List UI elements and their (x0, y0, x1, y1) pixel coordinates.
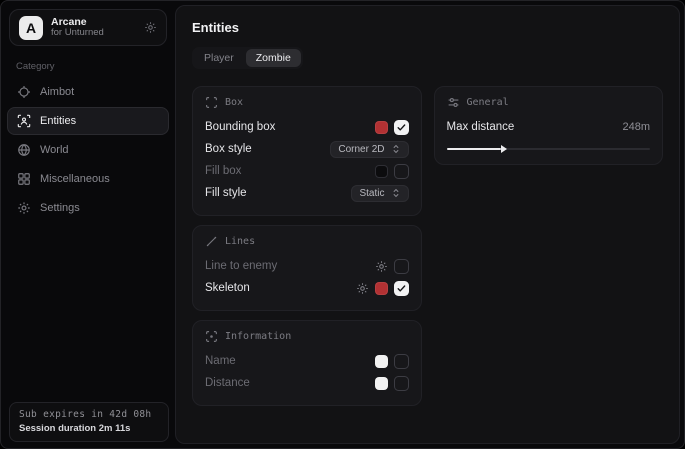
sidebar-item-label: Miscellaneous (40, 173, 110, 185)
sidebar-item-settings[interactable]: Settings (7, 194, 169, 222)
setting-row-bounding-box: Bounding box (205, 116, 409, 138)
sidebar-item-label: Settings (40, 202, 80, 214)
fill-box-checkbox[interactable] (394, 164, 409, 179)
panel-general: General Max distance 248m (434, 86, 664, 165)
panel-title: Lines (225, 236, 255, 247)
panel-box: Box Bounding box Box style (192, 86, 422, 216)
distance-checkbox[interactable] (394, 376, 409, 391)
sidebar-item-entities[interactable]: Entities (7, 107, 169, 135)
header-gear-icon[interactable] (144, 21, 157, 34)
sliders-icon (447, 96, 460, 109)
sidebar-item-label: World (40, 144, 69, 156)
slider-fill (447, 148, 502, 150)
panel-title: General (467, 97, 509, 108)
panel-information: Information Name Distance (192, 320, 422, 406)
setting-row-fill-style: Fill style Static (205, 182, 409, 204)
setting-row-name: Name (205, 350, 409, 372)
chevron-up-down-icon (391, 188, 401, 198)
page-title: Entities (192, 20, 663, 35)
color-swatch[interactable] (375, 165, 388, 178)
panel-title: Information (225, 331, 291, 342)
sidebar: A Arcane for Unturned Category Aimbot En… (1, 1, 175, 448)
app-window: A Arcane for Unturned Category Aimbot En… (0, 0, 685, 449)
app-header-card: A Arcane for Unturned (9, 9, 167, 46)
subscription-card: Sub expires in 42d 08h Session duration … (9, 402, 169, 442)
panel-lines: Lines Line to enemy Skeleton (192, 225, 422, 311)
app-logo: A (19, 16, 43, 40)
setting-row-line-to-enemy: Line to enemy (205, 255, 409, 277)
color-swatch[interactable] (375, 121, 388, 134)
sidebar-item-world[interactable]: World (7, 136, 169, 164)
setting-row-fill-box: Fill box (205, 160, 409, 182)
sidebar-item-label: Entities (40, 115, 76, 127)
color-swatch[interactable] (375, 377, 388, 390)
setting-row-distance: Distance (205, 372, 409, 394)
color-swatch[interactable] (375, 282, 388, 295)
tab-zombie[interactable]: Zombie (246, 49, 301, 67)
setting-row-skeleton: Skeleton (205, 277, 409, 299)
grid-icon (17, 172, 31, 186)
setting-row-box-style: Box style Corner 2D (205, 138, 409, 160)
chevron-up-down-icon (391, 144, 401, 154)
tab-player[interactable]: Player (194, 49, 244, 67)
box-corners-icon (205, 96, 218, 109)
sub-expiry-text: Sub expires in 42d 08h (19, 409, 159, 420)
sidebar-item-miscellaneous[interactable]: Miscellaneous (7, 165, 169, 193)
info-target-icon (205, 330, 218, 343)
fill-style-dropdown[interactable]: Static (351, 185, 408, 202)
category-label: Category (16, 61, 175, 72)
line-icon (205, 235, 218, 248)
max-distance-slider[interactable] (447, 145, 651, 153)
panel-title: Box (225, 97, 243, 108)
main-content: Entities Player Zombie Box Bounding box (175, 5, 680, 444)
skeleton-checkbox[interactable] (394, 281, 409, 296)
color-swatch[interactable] (375, 355, 388, 368)
sidebar-nav: Aimbot Entities World Miscellaneous (1, 78, 175, 222)
setting-row-max-distance: Max distance 248m (447, 116, 651, 138)
max-distance-value: 248m (622, 121, 650, 133)
sidebar-item-aimbot[interactable]: Aimbot (7, 78, 169, 106)
gear-icon[interactable] (375, 260, 388, 273)
app-subtitle: for Unturned (51, 28, 144, 39)
gear-icon (17, 201, 31, 215)
gear-icon[interactable] (356, 282, 369, 295)
session-duration-text: Session duration 2m 11s (19, 423, 159, 434)
crosshair-icon (17, 85, 31, 99)
entities-icon (17, 114, 31, 128)
slider-thumb[interactable] (501, 145, 507, 153)
globe-icon (17, 143, 31, 157)
bounding-box-checkbox[interactable] (394, 120, 409, 135)
box-style-dropdown[interactable]: Corner 2D (330, 141, 408, 158)
sidebar-item-label: Aimbot (40, 86, 74, 98)
entity-tabs: Player Zombie (192, 47, 303, 69)
name-checkbox[interactable] (394, 354, 409, 369)
line-to-enemy-checkbox[interactable] (394, 259, 409, 274)
panels-grid: Box Bounding box Box style (192, 86, 663, 406)
